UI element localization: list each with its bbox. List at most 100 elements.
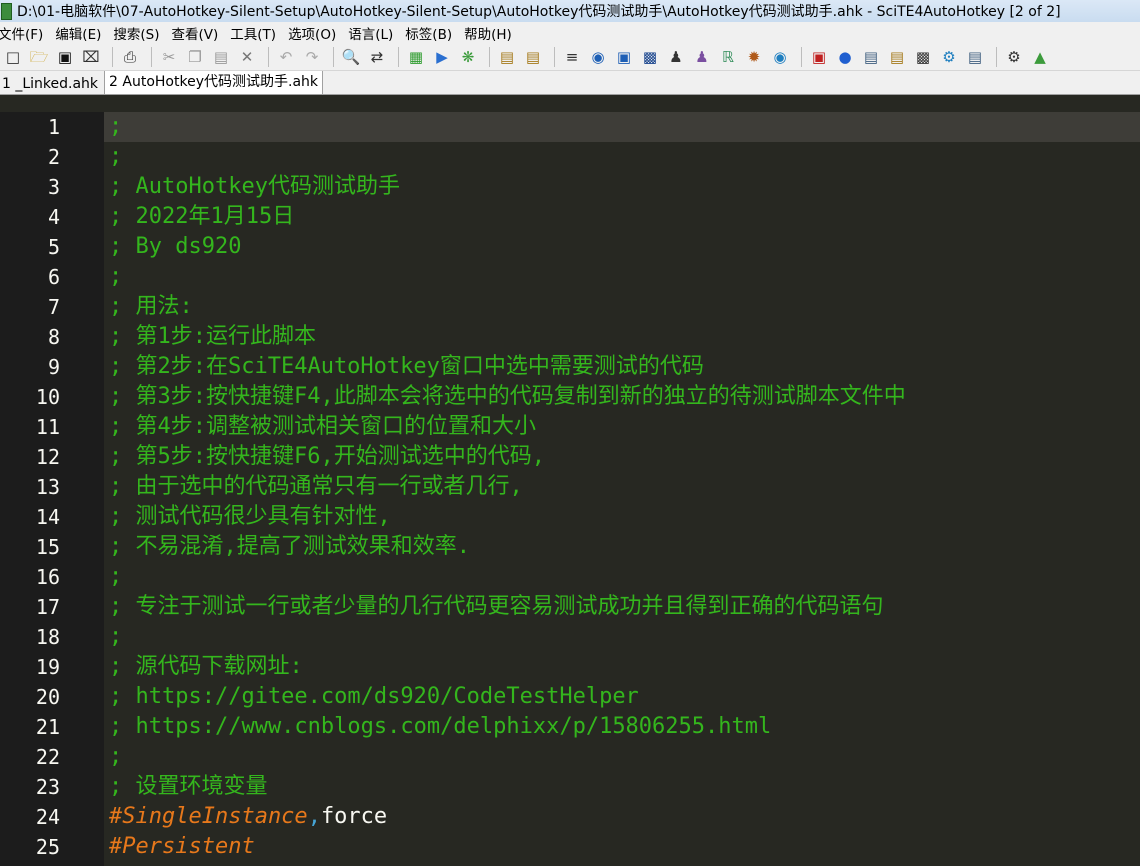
form-icon[interactable]: ▤ — [860, 46, 882, 68]
menu-item[interactable]: 选项(O) — [288, 23, 342, 43]
menu-item[interactable]: 查看(V) — [172, 23, 225, 43]
code-line[interactable]: ; 专注于测试一行或者少量的几行代码更容易测试成功并且得到正确的代码语句 — [104, 592, 1140, 622]
menu-item[interactable]: 搜索(S) — [113, 23, 165, 43]
code-line[interactable]: ; — [104, 742, 1140, 772]
comment-block-icon[interactable]: ▤ — [496, 46, 518, 68]
line-number-gutter: 1 2 3 4 5 6 7 8 9 10 11 12 13 14 15 16 17 18 19 20 21 22 23 24 2… — [0, 112, 104, 866]
function-list-icon[interactable]: ◉ — [587, 46, 609, 68]
scite-window: D:\01-电脑软件\07-AutoHotkey-Silent-Setup\Au… — [0, 0, 1140, 866]
line-number: 16 — [35, 565, 60, 589]
toolbar: □ 🗁 ▣ ⌧ ⎙ ✂ ❐ ▤ ✕ ↶ ↷ 🔍 ⇄ ▦ ▶ ❋ ▤ ▤ ≡ ◉ … — [0, 44, 1140, 71]
new-file-icon[interactable]: □ — [2, 46, 24, 68]
ahk-icon[interactable]: ▲ — [1029, 46, 1051, 68]
help-search-icon[interactable]: ◉ — [769, 46, 791, 68]
code-line[interactable]: ; AutoHotkey代码测试助手 — [104, 172, 1140, 202]
code-line[interactable]: ; — [104, 262, 1140, 292]
menu-item[interactable]: 语言(L) — [348, 23, 399, 43]
copy-icon[interactable]: ❐ — [184, 46, 206, 68]
code-token: ; — [109, 264, 123, 289]
toolbar-separator — [996, 47, 997, 67]
code-line[interactable]: ; — [104, 112, 1140, 142]
code-line[interactable]: ; 第4步:调整被测试相关窗口的位置和大小 — [104, 412, 1140, 442]
close-file-icon[interactable]: ⌧ — [80, 46, 102, 68]
delete-icon[interactable]: ✕ — [236, 46, 258, 68]
code-line[interactable]: ; 用法: — [104, 292, 1140, 322]
code-line[interactable]: ; 第1步:运行此脚本 — [104, 322, 1140, 352]
code-token: ; — [109, 114, 123, 139]
code-line[interactable]: ; 第2步:在SciTE4AutoHotkey窗口中选中需要测试的代码 — [104, 352, 1140, 382]
screen-capture-icon[interactable]: ▣ — [808, 46, 830, 68]
line-number: 5 — [47, 235, 60, 259]
save-icon[interactable]: ▣ — [54, 46, 76, 68]
tab-active-file[interactable]: 2 AutoHotkey代码测试助手.ahk — [104, 71, 324, 94]
uncomment-block-icon[interactable]: ▤ — [522, 46, 544, 68]
code-line[interactable]: ; 第5步:按快捷键F6,开始测试选中的代码, — [104, 442, 1140, 472]
menu-item[interactable]: 文件(F) — [0, 23, 49, 43]
code-line[interactable]: ; 测试代码很少具有针对性, — [104, 502, 1140, 532]
run-icon[interactable]: ▶ — [431, 46, 453, 68]
code-line[interactable]: ; https://www.cnblogs.com/delphixx/p/158… — [104, 712, 1140, 742]
code-token: force — [320, 804, 388, 829]
code-line[interactable]: ; 设置环境变量 — [104, 772, 1140, 802]
replace-icon[interactable]: ⇄ — [366, 46, 388, 68]
list-icon[interactable]: ▤ — [886, 46, 908, 68]
code-token: ; 设置环境变量 — [109, 774, 268, 799]
open-folder-icon[interactable]: 🗁 — [28, 46, 50, 68]
code-line[interactable]: ; 由于选中的代码通常只有一行或者几行, — [104, 472, 1140, 502]
script-user-icon[interactable]: ♟ — [691, 46, 713, 68]
code-token: ; 测试代码很少具有针对性, — [109, 504, 391, 529]
code-line[interactable]: ; 第3步:按快捷键F4,此脚本会将选中的代码复制到新的独立的待测试脚本文件中 — [104, 382, 1140, 412]
code-line[interactable]: ; — [104, 562, 1140, 592]
line-number: 19 — [35, 655, 60, 679]
paste-icon[interactable]: ▤ — [210, 46, 232, 68]
code-line[interactable]: ; https://gitee.com/ds920/CodeTestHelper — [104, 682, 1140, 712]
code-line[interactable]: ; — [104, 622, 1140, 652]
code-token: ; — [109, 744, 123, 769]
globe-icon[interactable]: ● — [834, 46, 856, 68]
indent-icon[interactable]: ≡ — [561, 46, 583, 68]
tools-icon[interactable]: ⚙ — [938, 46, 960, 68]
code-token: ; 用法: — [109, 294, 193, 319]
code-line[interactable]: #SingleInstance,force — [104, 802, 1140, 832]
gui-designer-icon[interactable]: ▩ — [639, 46, 661, 68]
undo-icon[interactable]: ↶ — [275, 46, 297, 68]
code-line[interactable]: ; — [104, 142, 1140, 172]
menu-item[interactable]: 编辑(E) — [55, 23, 107, 43]
line-number: 22 — [35, 745, 60, 769]
toolbar-separator — [268, 47, 269, 67]
code-editor[interactable]: 1 2 3 4 5 6 7 8 9 10 11 12 13 14 15 16 17 18 19 20 21 22 23 24 2… — [0, 112, 1140, 866]
window-icon[interactable]: ▩ — [912, 46, 934, 68]
code-area[interactable]: ;; ; AutoHotkey代码测试助手 ; 2022年1月15日 ; By ds9… — [104, 112, 1140, 866]
line-number: 6 — [47, 265, 60, 289]
title-bar[interactable]: D:\01-电脑软件\07-AutoHotkey-Silent-Setup\Au… — [0, 0, 1140, 22]
line-number: 4 — [47, 205, 60, 229]
window-spy-icon[interactable]: ▣ — [613, 46, 635, 68]
regex-tester-icon[interactable]: ℝ — [717, 46, 739, 68]
redo-icon[interactable]: ↷ — [301, 46, 323, 68]
layers-icon[interactable]: ▤ — [964, 46, 986, 68]
bug-icon[interactable]: ✹ — [743, 46, 765, 68]
compile-icon[interactable]: ▦ — [405, 46, 427, 68]
line-number: 14 — [35, 505, 60, 529]
print-icon[interactable]: ⎙ — [119, 46, 141, 68]
cut-icon[interactable]: ✂ — [158, 46, 180, 68]
settings-icon[interactable]: ⚙ — [1003, 46, 1025, 68]
code-line[interactable]: ; By ds920 — [104, 232, 1140, 262]
code-token: ; 第4步:调整被测试相关窗口的位置和大小 — [109, 414, 536, 439]
code-line[interactable]: #Persistent — [104, 832, 1140, 862]
toolbar-separator — [489, 47, 490, 67]
debug-icon[interactable]: ❋ — [457, 46, 479, 68]
macro-recorder-icon[interactable]: ♟ — [665, 46, 687, 68]
tab-bar: 1 _Linked.ahk 2 AutoHotkey代码测试助手.ahk — [0, 71, 1140, 95]
line-number: 18 — [35, 625, 60, 649]
code-line[interactable]: ; 不易混淆,提高了测试效果和效率. — [104, 532, 1140, 562]
menu-item[interactable]: 标签(B) — [405, 23, 458, 43]
menu-item[interactable]: 帮助(H) — [464, 23, 518, 43]
code-line[interactable]: ; 源代码下载网址: — [104, 652, 1140, 682]
code-line[interactable]: ; 2022年1月15日 — [104, 202, 1140, 232]
find-icon[interactable]: 🔍 — [340, 46, 362, 68]
toolbar-separator — [333, 47, 334, 67]
tab-linked[interactable]: 1 _Linked.ahk — [0, 74, 103, 94]
menu-item[interactable]: 工具(T) — [230, 23, 282, 43]
line-number: 13 — [35, 475, 60, 499]
